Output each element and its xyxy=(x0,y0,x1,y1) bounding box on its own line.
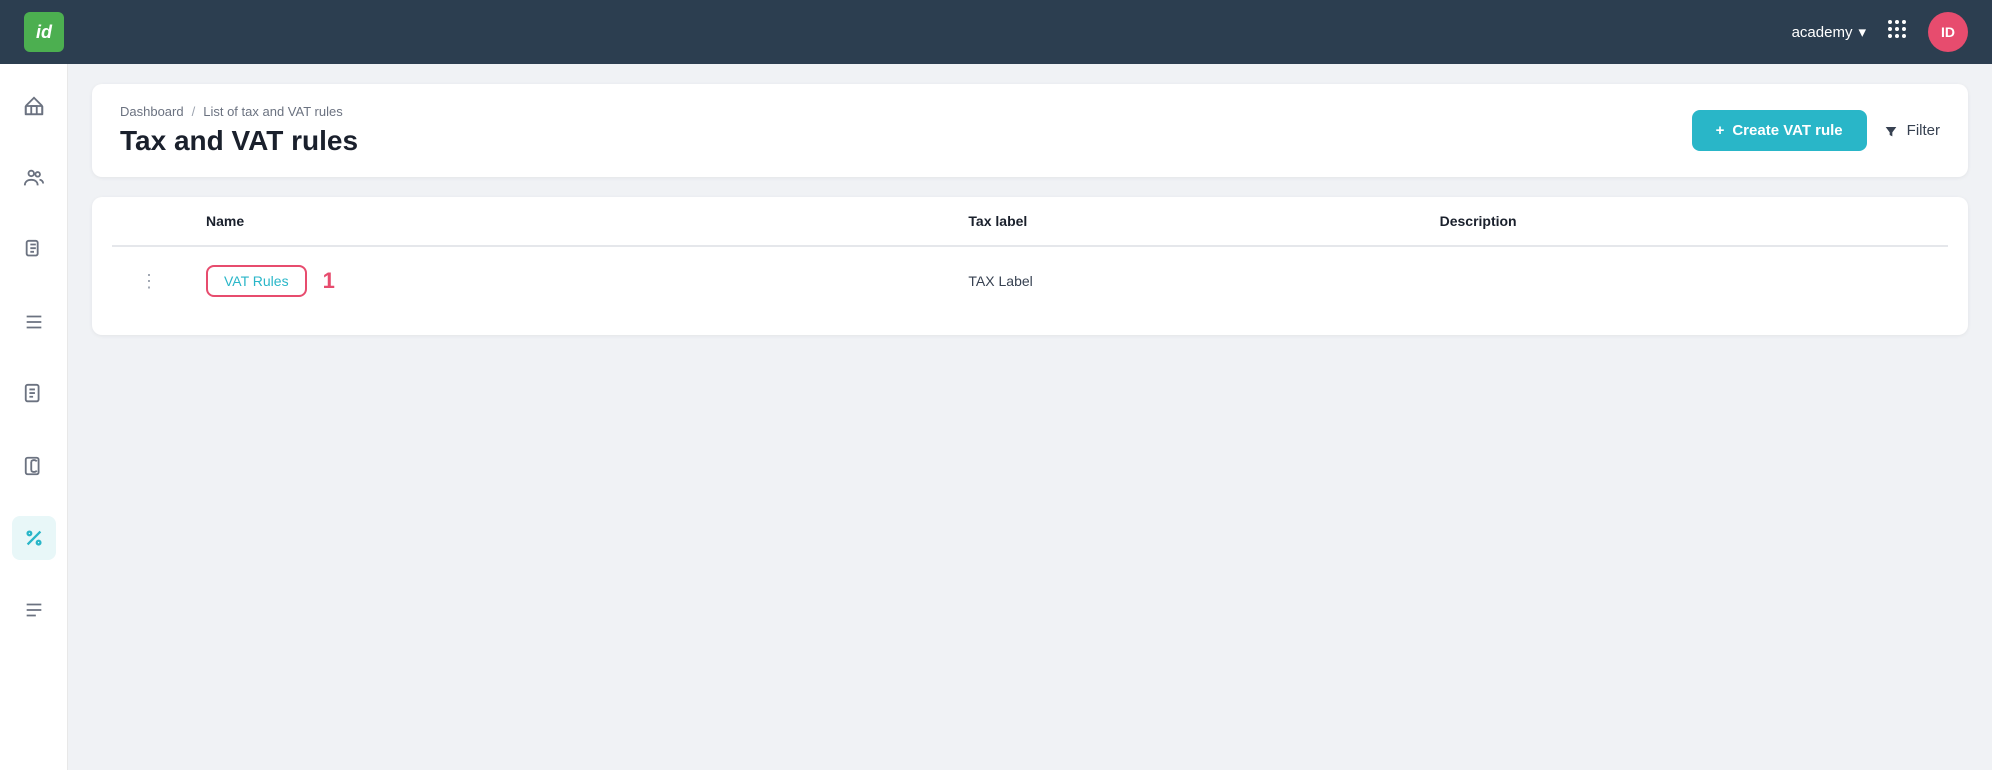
vat-rules-link[interactable]: VAT Rules xyxy=(206,265,307,297)
breadcrumb: Dashboard / List of tax and VAT rules xyxy=(120,104,358,119)
sidebar-item-home[interactable] xyxy=(12,84,56,128)
grid-icon[interactable] xyxy=(1886,18,1908,46)
col-name-label: Name xyxy=(206,213,244,229)
row-name-cell: VAT Rules 1 xyxy=(186,246,948,315)
row-context-menu-icon[interactable]: ⋮ xyxy=(132,271,166,291)
table-card: Name Tax label Description xyxy=(92,197,1968,335)
create-vat-rule-button[interactable]: + Create VAT rule xyxy=(1692,110,1867,151)
sidebar-item-invoice[interactable] xyxy=(12,372,56,416)
name-cell-content: VAT Rules 1 xyxy=(206,265,928,297)
navbar-right: academy ▾ ID xyxy=(1792,12,1968,52)
filter-label: Filter xyxy=(1907,122,1940,139)
col-tax-label-label: Tax label xyxy=(968,213,1027,229)
row-tax-label-value: TAX Label xyxy=(968,273,1032,289)
sidebar-item-list[interactable] xyxy=(12,300,56,344)
row-tax-label-cell: TAX Label xyxy=(948,246,1419,315)
row-menu-cell: ⋮ xyxy=(112,246,186,315)
filter-button[interactable]: Filter xyxy=(1883,122,1940,139)
col-description: Description xyxy=(1420,197,1948,246)
sidebar xyxy=(0,64,68,770)
col-tax-label: Tax label xyxy=(948,197,1419,246)
navbar-left: id xyxy=(24,12,64,52)
sidebar-item-users[interactable] xyxy=(12,156,56,200)
logo-text: id xyxy=(36,22,52,43)
row-number: 1 xyxy=(323,268,335,294)
table-row: ⋮ VAT Rules 1 TAX Label xyxy=(112,246,1948,315)
page-header: Dashboard / List of tax and VAT rules Ta… xyxy=(92,84,1968,177)
page-header-right: + Create VAT rule Filter xyxy=(1692,110,1940,151)
sidebar-item-documents[interactable] xyxy=(12,228,56,272)
breadcrumb-current: List of tax and VAT rules xyxy=(203,104,342,119)
row-description-cell xyxy=(1420,246,1948,315)
academy-label: academy xyxy=(1792,24,1853,41)
breadcrumb-separator: / xyxy=(192,104,196,119)
page-header-left: Dashboard / List of tax and VAT rules Ta… xyxy=(120,104,358,157)
table-wrap: Name Tax label Description xyxy=(92,197,1968,335)
breadcrumb-dashboard[interactable]: Dashboard xyxy=(120,104,184,119)
table-header: Name Tax label Description xyxy=(112,197,1948,246)
avatar-text: ID xyxy=(1941,24,1955,40)
col-description-label: Description xyxy=(1440,213,1517,229)
page-title: Tax and VAT rules xyxy=(120,125,358,157)
layout: Dashboard / List of tax and VAT rules Ta… xyxy=(0,64,1992,770)
chevron-down-icon: ▾ xyxy=(1858,23,1866,41)
sidebar-item-tax[interactable] xyxy=(12,516,56,560)
logo: id xyxy=(24,12,64,52)
table-body: ⋮ VAT Rules 1 TAX Label xyxy=(112,246,1948,315)
user-avatar[interactable]: ID xyxy=(1928,12,1968,52)
sidebar-item-billing[interactable] xyxy=(12,444,56,488)
academy-dropdown[interactable]: academy ▾ xyxy=(1792,23,1866,41)
col-name: Name xyxy=(186,197,948,246)
vat-rules-table: Name Tax label Description xyxy=(112,197,1948,315)
col-menu xyxy=(112,197,186,246)
plus-icon: + xyxy=(1716,122,1725,139)
navbar: id academy ▾ ID xyxy=(0,0,1992,64)
main-content: Dashboard / List of tax and VAT rules Ta… xyxy=(68,64,1992,770)
table-header-row: Name Tax label Description xyxy=(112,197,1948,246)
create-vat-rule-label: Create VAT rule xyxy=(1732,122,1842,139)
sidebar-item-reports[interactable] xyxy=(12,588,56,632)
